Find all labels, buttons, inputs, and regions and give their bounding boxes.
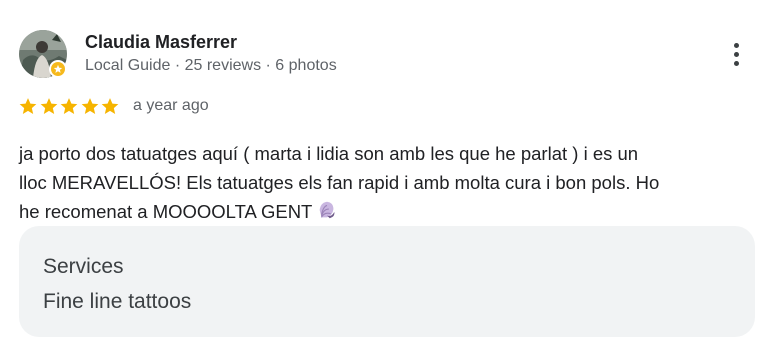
review-text-line: ja porto dos tatuatges aquí ( marta i li… bbox=[19, 143, 639, 164]
spiral-shell-emoji-icon bbox=[316, 199, 338, 221]
review-text-line: lloc MERAVELLÓS! Els tatuatges els fan r… bbox=[19, 172, 660, 193]
star-rating bbox=[18, 96, 121, 116]
reviewer-avatar[interactable] bbox=[19, 30, 67, 78]
review-time: a year ago bbox=[133, 97, 209, 114]
star-icon bbox=[80, 96, 101, 116]
star-icon bbox=[59, 96, 80, 116]
review-text-line: he recomenat a MOOOOLTA GENT bbox=[19, 197, 754, 226]
star-icon bbox=[18, 96, 39, 116]
services-label: Services bbox=[43, 255, 124, 278]
star-icon bbox=[39, 96, 60, 116]
services-card: Services Fine line tattoos bbox=[19, 226, 755, 337]
more-vertical-icon-dot bbox=[733, 60, 739, 66]
local-guide-badge bbox=[49, 60, 67, 78]
local-guide-star-icon bbox=[53, 64, 63, 73]
reviewer-meta[interactable]: Local Guide · 25 reviews · 6 photos bbox=[85, 57, 337, 75]
more-options-button[interactable] bbox=[722, 38, 750, 70]
more-vertical-icon-dot bbox=[733, 51, 739, 57]
review-text-line-content: he recomenat a MOOOOLTA GENT bbox=[19, 201, 313, 222]
star-icon bbox=[100, 96, 121, 116]
services-value: Fine line tattoos bbox=[43, 290, 192, 313]
more-vertical-icon bbox=[733, 42, 739, 48]
reviewer-name[interactable]: Claudia Masferrer bbox=[85, 32, 237, 53]
review-text: ja porto dos tatuatges aquí ( marta i li… bbox=[19, 139, 754, 226]
